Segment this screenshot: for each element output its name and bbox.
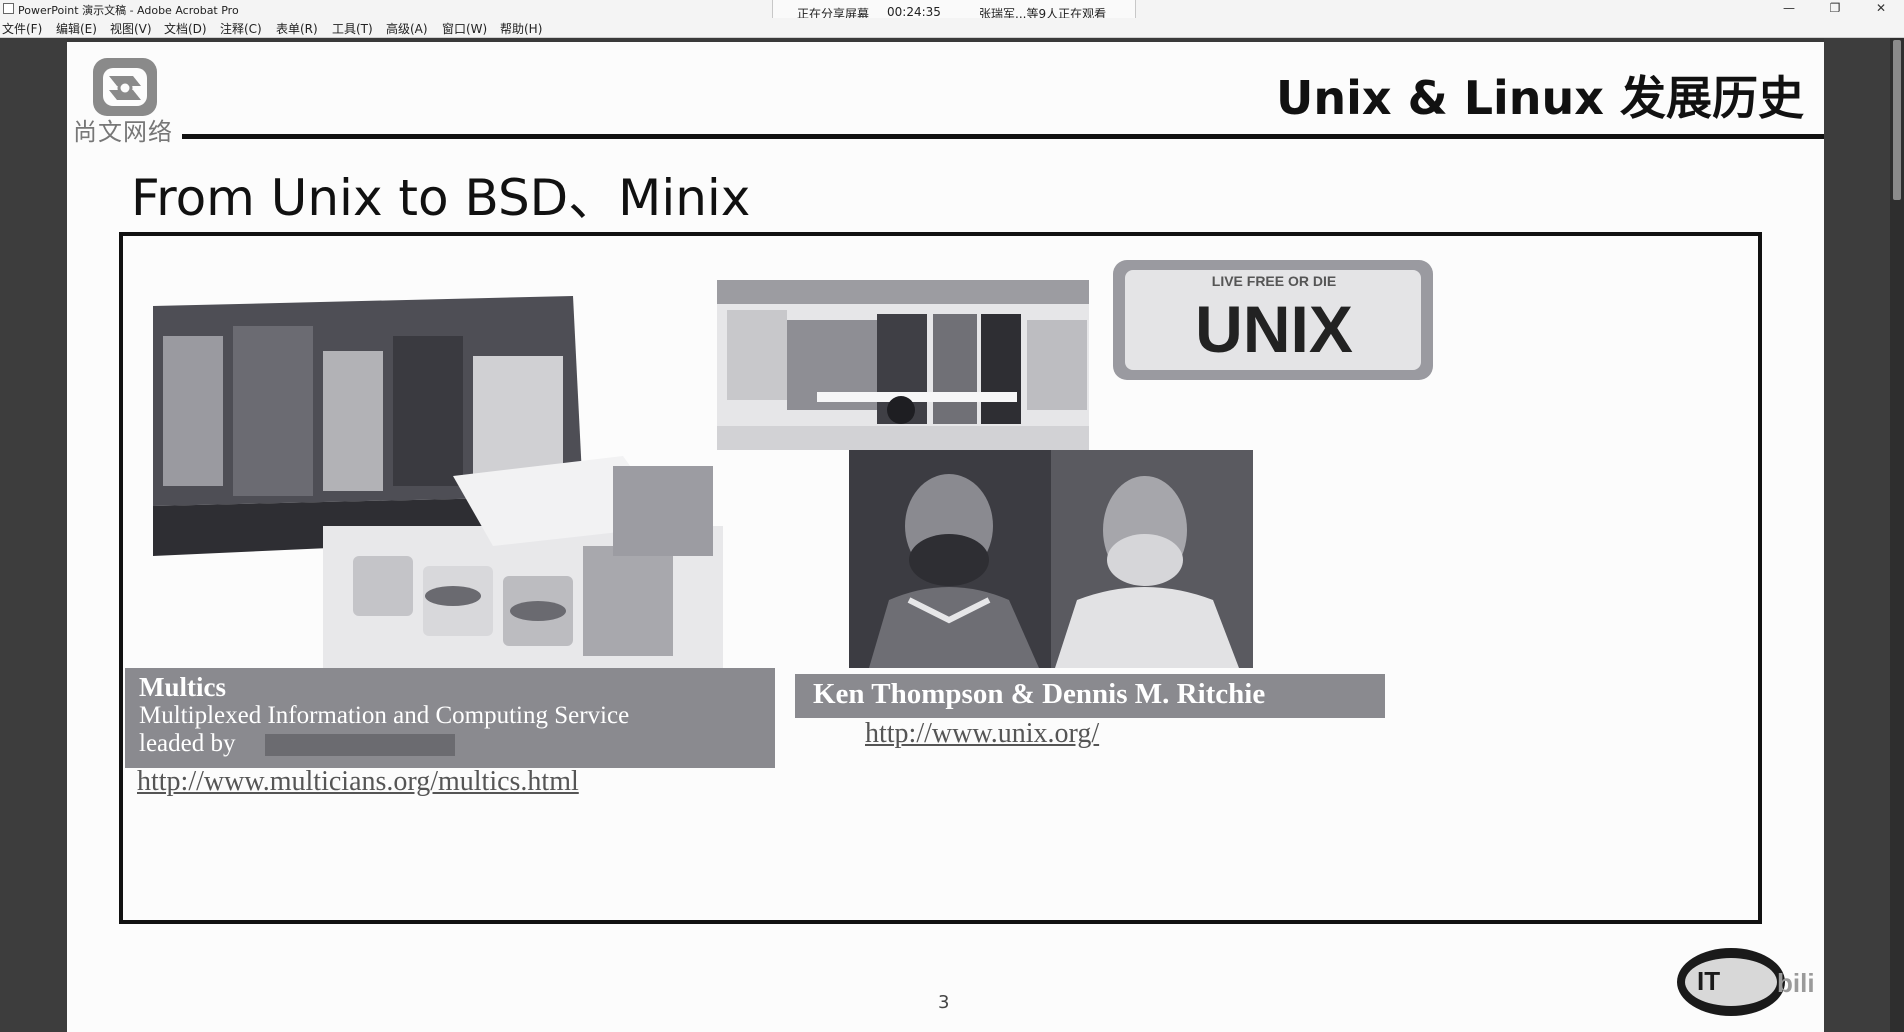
thompson-ritchie-photo bbox=[849, 450, 1253, 668]
unix-creators-caption: Ken Thompson & Dennis M. Ritchie bbox=[795, 674, 1385, 718]
acrobat-app-icon bbox=[3, 3, 14, 14]
minimize-icon[interactable]: — bbox=[1766, 0, 1812, 18]
document-background-left bbox=[0, 38, 67, 1032]
slide-title: Unix & Linux 发展历史 bbox=[1276, 71, 1804, 125]
plate-top-text: LIVE FREE OR DIE bbox=[1212, 273, 1336, 289]
redacted-text bbox=[265, 734, 455, 756]
scrollbar-thumb[interactable] bbox=[1893, 40, 1901, 200]
share-timer: 00:24:35 bbox=[887, 5, 941, 19]
watermark-right-text: bili bbox=[1777, 968, 1815, 998]
multics-computer-room-photo bbox=[153, 296, 723, 668]
unix-link[interactable]: http://www.unix.org/ bbox=[865, 718, 1099, 750]
unix-creators-caption-text: Ken Thompson & Dennis M. Ritchie bbox=[813, 678, 1266, 710]
multics-caption-leaded-by: leaded by bbox=[139, 730, 236, 757]
menu-forms[interactable]: 表单(R) bbox=[276, 20, 318, 37]
page-number: 3 bbox=[938, 992, 950, 1013]
multics-caption-expansion: Multiplexed Information and Computing Se… bbox=[139, 702, 630, 729]
logo-text: 尚文网络 bbox=[73, 118, 173, 146]
menu-bar: 文件(F) 编辑(E) 视图(V) 文档(D) 注释(C) 表单(R) 工具(T… bbox=[0, 18, 1904, 38]
slide-subtitle: From Unix to BSD、Minix bbox=[131, 169, 751, 227]
menu-comments[interactable]: 注释(C) bbox=[220, 20, 262, 37]
window-title: PowerPoint 演示文稿 - Adobe Acrobat Pro bbox=[18, 4, 239, 17]
bilibili-watermark-icon: IT bili bbox=[1677, 948, 1815, 1016]
menu-help[interactable]: 帮助(H) bbox=[500, 20, 542, 37]
multics-link[interactable]: http://www.multicians.org/multics.html bbox=[137, 766, 579, 798]
menu-edit[interactable]: 编辑(E) bbox=[56, 20, 97, 37]
menu-window[interactable]: 窗口(W) bbox=[442, 20, 487, 37]
multics-caption: Multics Multiplexed Information and Comp… bbox=[125, 668, 775, 768]
restore-icon[interactable]: ❐ bbox=[1812, 0, 1858, 18]
menu-tools[interactable]: 工具(T) bbox=[332, 20, 373, 37]
unix-license-plate-image: LIVE FREE OR DIE UNIX bbox=[1113, 260, 1433, 380]
menu-file[interactable]: 文件(F) bbox=[2, 20, 42, 37]
watermark-left-text: IT bbox=[1697, 966, 1720, 996]
header-divider bbox=[182, 134, 1824, 139]
slide-page: 尚文网络 Unix & Linux 发展历史 From Unix to BSD、… bbox=[67, 42, 1824, 1032]
company-logo-icon bbox=[93, 58, 157, 116]
menu-document[interactable]: 文档(D) bbox=[164, 20, 207, 37]
multics-caption-name: Multics bbox=[139, 672, 226, 702]
plate-main-text: UNIX bbox=[1195, 292, 1353, 366]
pdp-computer-room-photo bbox=[717, 280, 1089, 450]
close-icon[interactable]: ✕ bbox=[1858, 0, 1904, 18]
menu-advanced[interactable]: 高级(A) bbox=[386, 20, 428, 37]
menu-view[interactable]: 视图(V) bbox=[110, 20, 152, 37]
content-frame: Multics Multiplexed Information and Comp… bbox=[119, 232, 1762, 924]
